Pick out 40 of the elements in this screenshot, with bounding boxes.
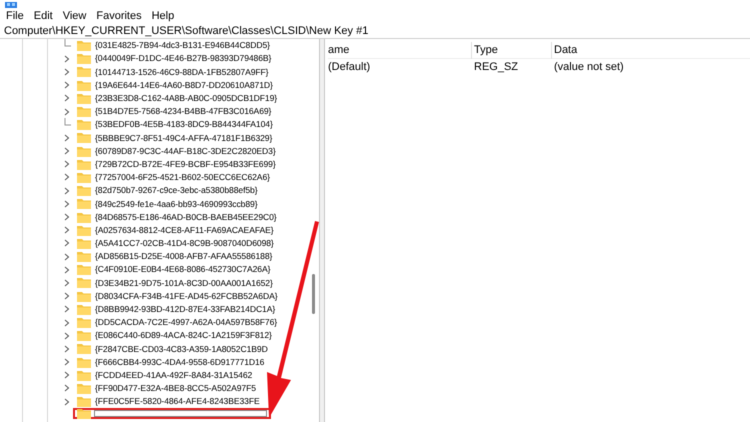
menu-item[interactable]: View [58,8,90,25]
value-type: REG_SZ [473,60,520,75]
tree-item[interactable]: {DD5CACDA-7C2E-4997-A62A-04A597B58F76} [95,318,278,327]
tree-item[interactable]: {D3E34B21-9D75-101A-8C3D-00AA001A1652} [95,278,273,288]
menu-item[interactable]: Help [148,8,178,25]
tree-item[interactable]: {AD856B15-D25E-4008-AFB7-AFAA55586188} [95,252,272,261]
column-header[interactable]: ame [328,42,472,59]
tree-item[interactable]: {84D68575-E186-46AD-B0CB-BAEB45EE29C0} [95,212,277,222]
tree-item[interactable]: {D8BB9942-93BD-412D-87E4-33FAB214DC1A} [95,305,276,314]
column-header[interactable]: Type [472,42,552,59]
tree-item[interactable]: {849c2549-fe1e-4aa6-bb93-4690993ccb89} [95,200,258,208]
tree-item[interactable]: {5BBBE9C7-8F51-49C4-AFFA-47181F1B6329} [95,134,272,142]
value-name[interactable]: (Default) [328,58,472,76]
tree-item[interactable]: {10144713-1526-46C9-88DA-1FB52807A9FF} [95,68,268,76]
column-header[interactable]: Data [552,42,578,59]
tree-item[interactable]: {FCDD4EED-41AA-492F-8A84-31A15462 [95,370,252,380]
tree-item[interactable]: {A0257634-8812-4CE8-AF11-FA69ACAEAFAE} [95,226,274,235]
tree-item[interactable]: {FF90D477-E32A-4BE8-8CC5-A502A97F5 [95,384,256,393]
tree-item[interactable]: {E086C440-6D89-4ACA-824C-1A2159F3F812} [95,331,272,340]
tree-item[interactable]: {60789D87-9C3C-44AF-B18C-3DE2C2820ED3} [95,146,276,156]
tree-item[interactable]: {51B4D7E5-7568-4234-B4BB-47FB3C016A69} [95,107,272,116]
value-data: (value not set) [553,60,624,75]
tree-item[interactable]: {82d750b7-9267-c9ce-3ebc-a5380b88ef5b} [95,186,258,195]
menu-item[interactable]: File [2,8,28,25]
tree-item[interactable]: {031E4825-7B94-4dc3-B131-E946B44C8DD5} [95,41,270,50]
tree-item[interactable]: {729B72CD-B72E-4FE9-BCBF-E954B33FE699} [95,160,276,169]
tree-item[interactable]: {C4F0910E-E0B4-4E68-8086-452730C7A26A} [95,265,270,274]
tree-item[interactable]: {A5A41CC7-02CB-41D4-8C9B-9087040D6098} [95,239,274,248]
tree-item[interactable]: {FFE0C5FE-5820-4864-AFE4-8243BE33FE [95,397,260,406]
menu-item[interactable]: Favorites [92,8,146,25]
tree-item[interactable]: {53BEDF0B-4E5B-4183-8DC9-B844344FA104} [95,120,273,130]
tree-item[interactable]: {F2847CBE-CD03-4C83-A359-1A8052C1B9D [95,344,268,354]
tree-item[interactable]: {77257004-6F25-4521-B602-50ECC6EC62A6} [95,173,270,182]
tree-item[interactable]: {0440049F-D1DC-4E46-B27B-98393D79486B} [95,54,272,64]
tree-item[interactable]: {23B3E3D8-C162-4A8B-AB0C-0905DCB1DF19} [95,94,278,103]
tree-item[interactable]: {D8034CFA-F34B-41FE-AD45-62FCBB52A6DA} [95,292,278,300]
tree-item[interactable]: {19A6E644-14E6-4A60-B8D7-DD20610A871D} [95,80,273,90]
tree-item[interactable]: {F666CBB4-993C-4DA4-9558-6D917771D16 [95,358,264,366]
address-bar[interactable]: Computer\HKEY_CURRENT_USER\Software\Classes\CLSID\New Key #1 [0,25,750,39]
menu-item[interactable]: Edit [30,8,57,25]
